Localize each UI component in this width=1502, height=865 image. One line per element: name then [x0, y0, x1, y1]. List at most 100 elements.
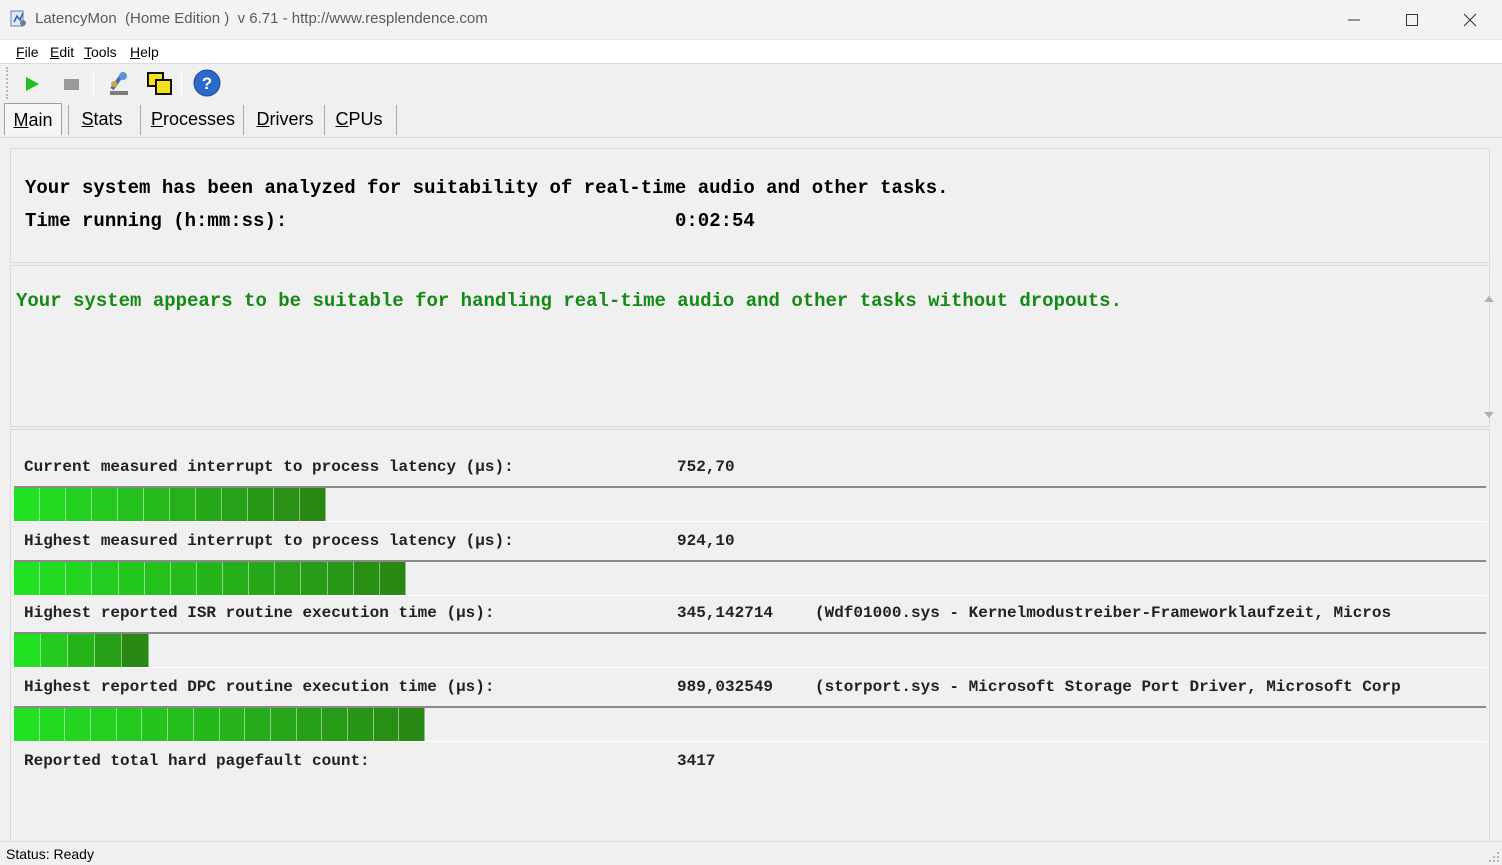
- time-running-value: 0:02:54: [675, 210, 755, 232]
- meter-segment: [248, 488, 274, 521]
- summary-box: Your system has been analyzed for suitab…: [10, 148, 1490, 263]
- current-latency-value: 752,70: [677, 458, 735, 476]
- meter-segment: [40, 488, 66, 521]
- meter-segment: [118, 562, 145, 595]
- verdict-text: Your system appears to be suitable for h…: [16, 290, 1122, 312]
- meter-segment: [68, 634, 95, 667]
- meter-fill: [14, 634, 149, 667]
- isr-time-value: 345,142714: [677, 604, 774, 622]
- meter-segment: [14, 562, 41, 595]
- meter-fill: [14, 708, 425, 741]
- meter-segment: [353, 562, 380, 595]
- tab-processes[interactable]: Processes: [146, 103, 240, 135]
- menu-file[interactable]: File: [16, 44, 39, 60]
- meter-segment: [95, 634, 122, 667]
- scroll-up-icon[interactable]: [1482, 292, 1496, 306]
- stop-icon: [64, 79, 79, 90]
- minimize-icon: [1348, 19, 1360, 21]
- meter-segment: [14, 708, 40, 741]
- meter-segment: [91, 708, 117, 741]
- meter-segment: [296, 708, 323, 741]
- stop-button[interactable]: [57, 69, 85, 97]
- play-icon: [26, 77, 39, 91]
- tab-separator: [324, 105, 325, 135]
- toolbar-separator: [181, 69, 182, 99]
- meter-segment: [347, 708, 374, 741]
- highest-latency-meter: [14, 560, 1486, 596]
- meter-segment: [40, 562, 67, 595]
- analysis-summary: Your system has been analyzed for suitab…: [25, 177, 949, 199]
- tab-bar: Main Stats Processes Drivers CPUs: [0, 103, 1502, 137]
- menu-bar: File Edit Tools Help: [0, 40, 1502, 64]
- minimize-button[interactable]: [1325, 0, 1383, 40]
- pagefault-label: Reported total hard pagefault count:: [24, 752, 370, 770]
- meter-segment: [249, 562, 276, 595]
- meter-segment: [39, 708, 66, 741]
- meter-segment: [66, 562, 93, 595]
- window-title: LatencyMon (Home Edition ) v 6.71 - http…: [35, 10, 488, 27]
- main-panel: Your system has been analyzed for suitab…: [0, 137, 1502, 841]
- resize-grip-icon[interactable]: [1488, 851, 1500, 863]
- menu-tools[interactable]: Tools: [84, 44, 117, 60]
- dpc-driver-info: (storport.sys - Microsoft Storage Port D…: [815, 678, 1401, 696]
- tab-main[interactable]: Main: [4, 103, 62, 135]
- window-button[interactable]: [145, 69, 173, 97]
- meter-segment: [65, 708, 92, 741]
- dpc-time-label: Highest reported DPC routine execution t…: [24, 678, 495, 696]
- maximize-icon: [1406, 14, 1418, 26]
- meter-segment: [14, 488, 40, 521]
- meter-segment: [275, 562, 302, 595]
- tab-separator: [68, 105, 69, 135]
- pagefault-value: 3417: [677, 752, 716, 770]
- start-button[interactable]: [18, 69, 46, 97]
- microscope-icon: [110, 72, 128, 95]
- verdict-box: Your system appears to be suitable for h…: [10, 265, 1494, 427]
- isr-time-label: Highest reported ISR routine execution t…: [24, 604, 495, 622]
- meter-segment: [327, 562, 354, 595]
- meter-segment: [223, 562, 250, 595]
- toolbar: ?: [0, 65, 1502, 103]
- meter-segment: [170, 562, 197, 595]
- tab-cpus[interactable]: CPUs: [330, 103, 388, 135]
- close-button[interactable]: [1441, 0, 1499, 40]
- toolbar-grip: [6, 67, 8, 99]
- tab-drivers[interactable]: Drivers: [249, 103, 321, 135]
- meter-segment: [222, 488, 248, 521]
- toolbar-separator: [93, 69, 94, 99]
- menu-edit[interactable]: Edit: [50, 44, 74, 60]
- svg-text:?: ?: [202, 74, 212, 93]
- help-button[interactable]: ?: [193, 69, 221, 97]
- meter-segment: [41, 634, 68, 667]
- menu-help[interactable]: Help: [130, 44, 159, 60]
- isr-driver-info: (Wdf01000.sys - Kernelmodustreiber-Frame…: [815, 604, 1392, 622]
- tab-separator: [396, 105, 397, 135]
- meter-segment: [144, 488, 170, 521]
- highest-latency-label: Highest measured interrupt to process la…: [24, 532, 514, 550]
- isr-time-meter: [14, 632, 1486, 668]
- title-bar: LatencyMon (Home Edition ) v 6.71 - http…: [0, 0, 1502, 40]
- app-icon: [10, 10, 26, 27]
- maximize-button[interactable]: [1383, 0, 1441, 40]
- meter-segment: [14, 634, 41, 667]
- meter-segment: [66, 488, 92, 521]
- tab-separator: [243, 105, 244, 135]
- meter-segment: [322, 708, 348, 741]
- tab-stats[interactable]: Stats: [74, 103, 130, 135]
- meter-segment: [92, 488, 118, 521]
- scroll-down-icon[interactable]: [1482, 408, 1496, 422]
- meter-fill: [14, 488, 326, 521]
- meter-segment: [144, 562, 171, 595]
- meter-segment: [92, 562, 119, 595]
- current-latency-meter: [14, 486, 1486, 522]
- status-bar: Status: Ready: [0, 841, 1502, 865]
- meter-segment: [193, 708, 220, 741]
- kernel-timer-button[interactable]: [104, 69, 132, 97]
- dpc-time-value: 989,032549: [677, 678, 774, 696]
- time-running-label: Time running (h:mm:ss):: [25, 210, 288, 232]
- close-icon: [1463, 13, 1477, 27]
- windows-icon: [147, 72, 172, 95]
- meter-segment: [142, 708, 169, 741]
- meter-segment: [196, 562, 223, 595]
- meter-segment: [300, 488, 326, 521]
- status-text: Status: Ready: [6, 846, 94, 862]
